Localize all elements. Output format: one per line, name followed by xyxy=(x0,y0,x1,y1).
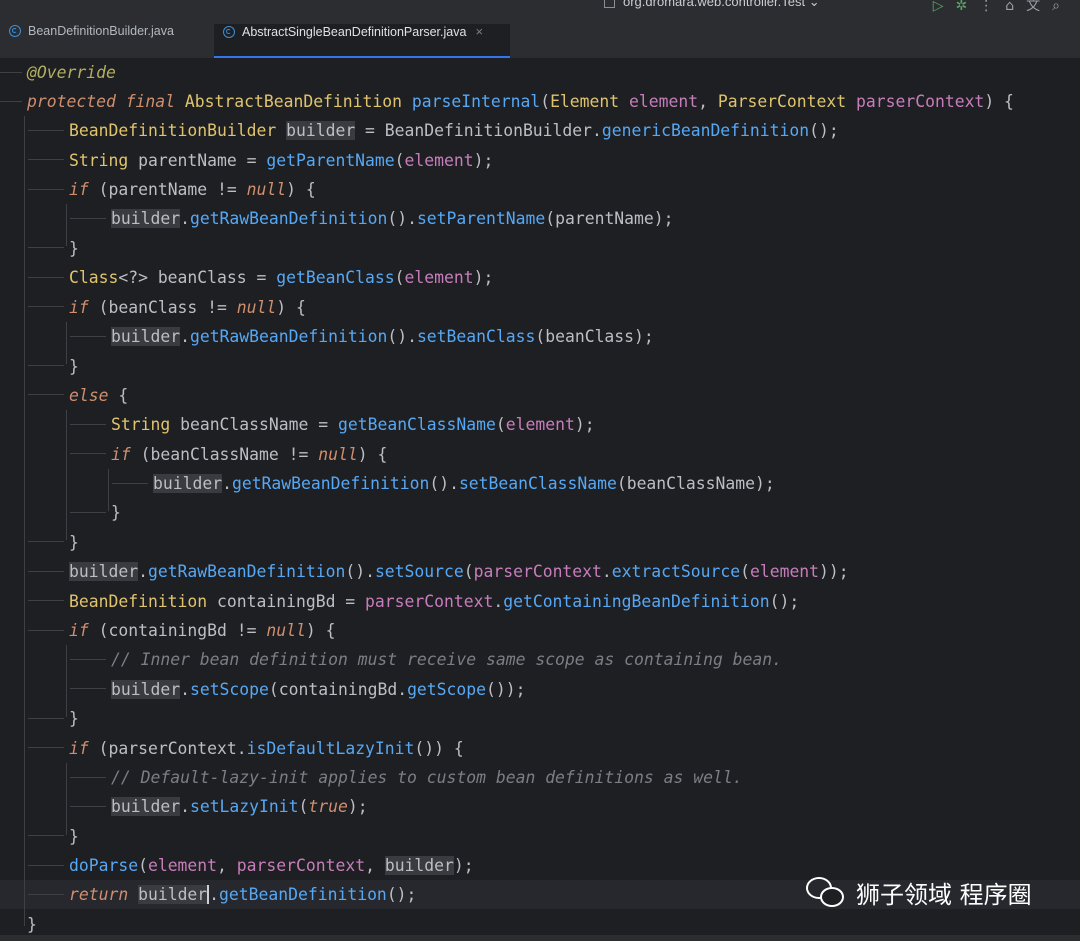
code-line-24: if (parserContext.isDefaultLazyInit()) { xyxy=(69,739,464,758)
code-line-29: return builder .getBeanDefinition(); xyxy=(69,885,417,904)
vcs-icon[interactable]: ⌂ xyxy=(1005,0,1026,14)
debug-icon[interactable]: ✲ xyxy=(956,0,980,14)
search-icon[interactable]: ⌕ xyxy=(1052,0,1072,14)
editor-tab-bar: BeanDefinitionBuilder.java AbstractSingl… xyxy=(0,24,1080,59)
code-line-5: if (parentName != null) { xyxy=(69,180,316,199)
code-line-27: } xyxy=(69,827,79,846)
code-line-20: if (containingBd != null) { xyxy=(69,621,336,640)
code-line-2: protected final AbstractBeanDefinition p… xyxy=(27,92,1014,111)
code-line-13: String beanClassName = getBeanClassName(… xyxy=(111,415,595,434)
run-icon[interactable]: ▷ xyxy=(933,0,956,14)
code-line-28: doParse(element, parserContext, builder)… xyxy=(69,856,474,875)
code-line-17: } xyxy=(69,533,79,552)
code-line-18: builder.getRawBeanDefinition().setSource… xyxy=(69,562,849,581)
code-line-22: builder.setScope(containingBd.getScope()… xyxy=(111,680,526,699)
code-line-19: BeanDefinition containingBd = parserCont… xyxy=(69,592,800,611)
code-line-14: if (beanClassName != null) { xyxy=(111,445,388,464)
close-tab-icon[interactable]: × xyxy=(475,24,483,39)
code-line-6: builder.getRawBeanDefinition().setParent… xyxy=(111,209,674,228)
module-icon xyxy=(604,0,615,9)
class-icon xyxy=(9,25,21,37)
code-line-21: // Inner bean definition must receive sa… xyxy=(111,650,783,669)
code-line-7: } xyxy=(69,239,79,258)
more-icon[interactable]: ⋮ xyxy=(979,0,1005,14)
watermark: 狮子领域 程序圈 xyxy=(806,872,1032,912)
code-line-8: Class<?> beanClass = getBeanClass(elemen… xyxy=(69,268,494,287)
code-line-3: BeanDefinitionBuilder builder = BeanDefi… xyxy=(69,121,839,140)
code-line-16: } xyxy=(111,503,121,522)
tab-abstract-single-bean-definition-parser[interactable]: AbstractSingleBeanDefinitionParser.java × xyxy=(214,24,510,59)
tab-bean-definition-builder[interactable]: BeanDefinitionBuilder.java xyxy=(0,24,210,58)
run-configuration-selector[interactable]: org.dromara.web.controller.Test ⌄ xyxy=(604,0,820,10)
code-line-9: if (beanClass != null) { xyxy=(69,298,306,317)
code-line-1: @Override xyxy=(27,63,116,82)
code-editor[interactable]: @Override protected final AbstractBeanDe… xyxy=(0,58,1080,941)
wechat-icon xyxy=(806,875,848,909)
code-line-25: // Default-lazy-init applies to custom b… xyxy=(111,768,743,787)
translate-icon[interactable]: 文 xyxy=(1026,0,1052,14)
class-icon xyxy=(223,26,235,38)
text-cursor: builder xyxy=(138,885,210,904)
code-line-4: String parentName = getParentName(elemen… xyxy=(69,151,494,170)
code-line-10: builder.getRawBeanDefinition().setBeanCl… xyxy=(111,327,654,346)
code-line-23: } xyxy=(69,709,79,728)
code-line-12: else { xyxy=(69,386,129,405)
bottom-strip xyxy=(0,935,1080,941)
code-line-15: builder.getRawBeanDefinition().setBeanCl… xyxy=(153,474,775,493)
code-line-11: } xyxy=(69,357,79,376)
top-toolbar: org.dromara.web.controller.Test ⌄ ▷✲⋮⌂文⌕ xyxy=(0,0,1080,24)
code-line-26: builder.setLazyInit(true); xyxy=(111,797,368,816)
